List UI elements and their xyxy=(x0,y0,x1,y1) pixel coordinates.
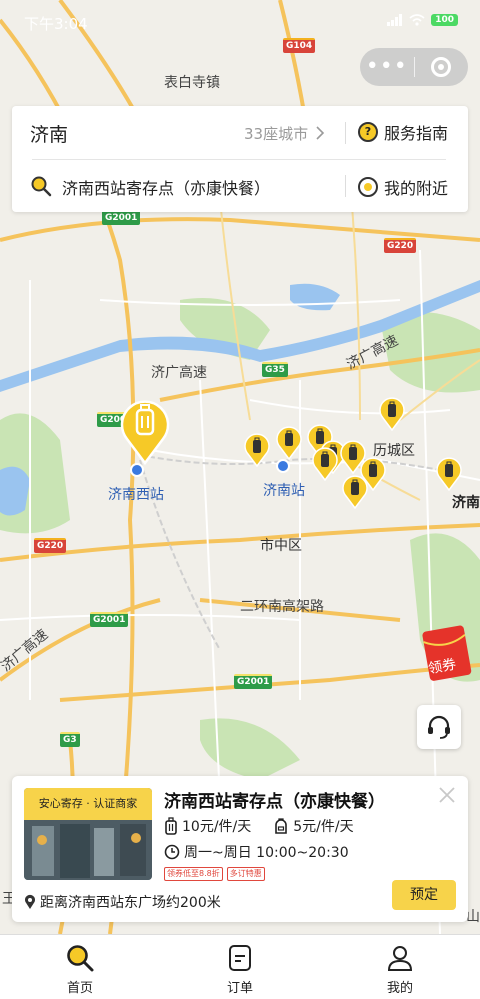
order-icon xyxy=(229,945,251,971)
store-name: 济南西站寄存点（亦康快餐） xyxy=(164,792,385,812)
storage-pin[interactable] xyxy=(276,426,302,460)
price-small-label: 5元/件/天 xyxy=(293,819,354,835)
search-card: 济南 33座城市 ? 服务指南 济南西站寄存点（亦康快餐） 我的附近 xyxy=(12,106,468,212)
service-guide-button[interactable]: ? 服务指南 xyxy=(358,120,448,144)
certified-badge: 安心寄存 · 认证商家 xyxy=(24,788,152,820)
location-pin-icon xyxy=(25,894,35,909)
search-row: 济南西站寄存点（亦康快餐） 我的附近 xyxy=(12,159,468,212)
book-button[interactable]: 预定 xyxy=(392,880,456,910)
map-label-road: 二环南高架路 xyxy=(240,599,324,615)
map-label-station-west: 济南西站 xyxy=(108,487,164,503)
headset-icon xyxy=(428,715,450,739)
opening-hours: 周一~周日 10:00~20:30 xyxy=(164,842,349,862)
price-small: 5元/件/天 xyxy=(273,816,354,836)
miniapp-capsule: ••• xyxy=(360,48,468,86)
train-station-icon xyxy=(130,463,144,477)
train-station-icon xyxy=(276,459,290,473)
road-shield: G2001 xyxy=(90,612,129,627)
map-label-town: 表白寺镇 xyxy=(164,75,220,91)
status-time: 下午3:04 xyxy=(24,15,88,33)
distance-label: 距离济南西站东广场约200米 xyxy=(40,895,221,911)
divider xyxy=(345,175,346,197)
store-card[interactable]: 安心寄存 · 认证商家 济南西站寄存点（亦康快餐） 10元/件/天 5元/件/天… xyxy=(12,776,468,922)
nearby-button[interactable]: 我的附近 xyxy=(358,175,448,199)
search-icon xyxy=(31,176,52,197)
signal-icon xyxy=(387,14,403,26)
map-label-expressway: 济广高速 xyxy=(151,365,207,381)
road-shield: G2001 xyxy=(234,674,273,689)
target-icon xyxy=(431,57,452,77)
divider xyxy=(345,122,346,144)
storage-pin[interactable] xyxy=(342,475,368,509)
service-guide-label: 服务指南 xyxy=(384,124,449,143)
promo-tag: 多订特惠 xyxy=(226,867,265,881)
road-shield: G220 xyxy=(384,238,417,253)
map-label-station-main: 济南站 xyxy=(263,483,305,499)
road-shield: G2001 xyxy=(102,210,141,225)
city-row: 济南 33座城市 ? 服务指南 xyxy=(12,106,468,159)
storage-pin[interactable] xyxy=(312,447,338,481)
user-icon xyxy=(387,946,413,971)
help-icon: ? xyxy=(358,122,378,142)
nearby-label: 我的附近 xyxy=(384,179,449,198)
search-input[interactable]: 济南西站寄存点（亦康快餐） xyxy=(62,175,270,199)
status-bar: 下午3:04 100 xyxy=(0,0,480,44)
selected-storage-pin[interactable] xyxy=(120,397,170,465)
battery-icon: 100 xyxy=(431,14,458,26)
hours-label: 周一~周日 10:00~20:30 xyxy=(184,845,349,861)
store-photo xyxy=(24,820,152,880)
tab-orders[interactable]: 订单 xyxy=(160,935,320,999)
storage-pin[interactable] xyxy=(379,397,405,431)
large-luggage-icon xyxy=(165,817,177,835)
store-thumbnail: 安心寄存 · 认证商家 xyxy=(24,788,152,880)
tab-home[interactable]: 首页 xyxy=(0,935,160,999)
tab-label: 我的 xyxy=(386,981,413,996)
tab-profile[interactable]: 我的 xyxy=(320,935,480,999)
coupon-button[interactable]: 领券 xyxy=(422,624,474,684)
road-shield: G3 xyxy=(60,732,80,747)
promo-tags: 领券低至8.8折 多订特惠 xyxy=(164,867,265,881)
storage-pin[interactable] xyxy=(436,457,462,491)
map-label-district: 市中区 xyxy=(260,538,302,554)
city-count-link[interactable]: 33座城市 xyxy=(244,123,325,144)
search-icon xyxy=(67,945,94,972)
customer-service-button[interactable] xyxy=(417,705,461,749)
promo-tag: 领券低至8.8折 xyxy=(164,867,223,881)
chevron-right-icon xyxy=(316,126,325,140)
clock-icon xyxy=(164,844,180,860)
storage-pin[interactable] xyxy=(244,433,270,467)
city-count-label: 33座城市 xyxy=(244,125,309,143)
distance-info: 距离济南西站东广场约200米 xyxy=(24,892,221,912)
tab-label: 首页 xyxy=(66,981,93,996)
map-label-edge: 山 xyxy=(466,909,480,925)
tab-bar: 首页 订单 我的 xyxy=(0,934,480,999)
close-icon[interactable] xyxy=(438,786,456,804)
price-row: 10元/件/天 5元/件/天 xyxy=(164,816,354,836)
close-miniapp-button[interactable] xyxy=(414,57,468,77)
wifi-icon xyxy=(409,14,425,26)
price-large: 10元/件/天 xyxy=(164,816,251,836)
road-shield: G220 xyxy=(34,538,67,553)
city-selector[interactable]: 济南 xyxy=(30,120,68,147)
more-icon[interactable]: ••• xyxy=(360,56,414,78)
status-icons: 100 xyxy=(387,14,458,26)
location-target-icon xyxy=(358,177,378,197)
tab-label: 订单 xyxy=(226,981,253,996)
price-large-label: 10元/件/天 xyxy=(182,819,252,835)
road-shield: G35 xyxy=(262,362,288,377)
map-label-city-edge: 济南 xyxy=(452,495,480,511)
backpack-icon xyxy=(275,818,288,834)
